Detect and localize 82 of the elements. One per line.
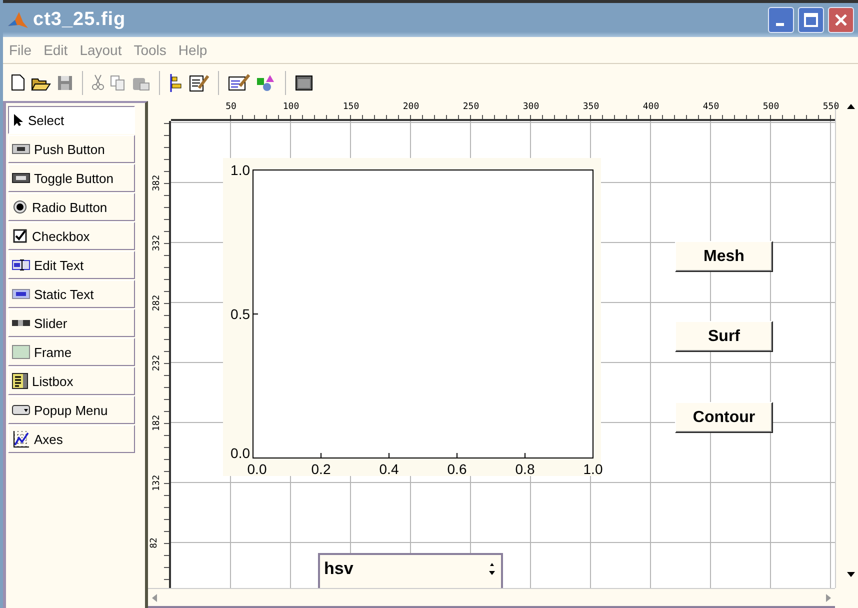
ruler-label: 300 xyxy=(522,102,540,112)
palette-item[interactable]: Slider xyxy=(8,309,135,337)
palette-item[interactable]: Toggle Button xyxy=(8,164,135,192)
ruler-label: 150 xyxy=(342,102,360,112)
tick-mark xyxy=(456,452,458,458)
ruler-label: 332 xyxy=(152,234,162,252)
clipboard-pencil-icon[interactable] xyxy=(189,74,209,92)
frame-icon xyxy=(12,345,30,359)
palette-item[interactable]: Axes xyxy=(8,425,135,453)
palette-item[interactable]: Select xyxy=(8,106,135,134)
ruler-label: 500 xyxy=(762,102,780,112)
push-button[interactable]: Contour xyxy=(675,402,773,433)
ruler-label: 50 xyxy=(226,102,236,112)
close-button[interactable] xyxy=(828,7,854,33)
palette-item[interactable]: Static Text xyxy=(8,280,135,308)
ruler-label: 232 xyxy=(152,354,162,372)
right-arrow-icon[interactable] xyxy=(825,592,833,602)
ruler-label: 450 xyxy=(702,102,720,112)
text-label-icon xyxy=(12,289,30,299)
ruler-label: 250 xyxy=(462,102,480,112)
tick-label: 0.2 xyxy=(311,461,331,476)
align-icon[interactable] xyxy=(169,74,183,92)
spinner-arrows-icon xyxy=(487,561,497,577)
minimize-button[interactable] xyxy=(768,7,794,33)
tick-mark xyxy=(320,452,322,458)
ruler-label: 282 xyxy=(152,294,162,312)
slider-icon xyxy=(12,319,30,327)
ruler-label: 132 xyxy=(152,474,162,492)
chart-icon xyxy=(12,430,30,448)
tick-label: 0.4 xyxy=(379,461,399,476)
horizontal-scrollbar[interactable] xyxy=(148,588,835,608)
ruler-label: 200 xyxy=(402,102,420,112)
tick-label: 1.0 xyxy=(230,162,250,178)
close-icon xyxy=(834,13,848,27)
down-arrow-icon[interactable] xyxy=(846,570,856,578)
palette-item[interactable]: Checkbox xyxy=(8,222,135,250)
copy-icon[interactable] xyxy=(110,74,126,90)
window-title: ct3_25.fig xyxy=(33,9,127,31)
up-arrow-icon[interactable] xyxy=(846,103,856,111)
push-button[interactable]: Surf xyxy=(675,321,773,352)
ruler-label: 82 xyxy=(149,538,160,548)
tick-label: 0.0 xyxy=(247,461,267,476)
tick-label: 0.8 xyxy=(515,461,535,476)
tick-label: 0.6 xyxy=(447,461,467,476)
left-arrow-icon[interactable] xyxy=(150,592,158,602)
maximize-button[interactable] xyxy=(798,7,824,33)
push-button-icon xyxy=(12,144,30,154)
palette-item[interactable]: Listbox xyxy=(8,367,135,395)
tick-label: 0.0 xyxy=(230,445,250,461)
ruler-label: 350 xyxy=(582,102,600,112)
ruler-label: 182 xyxy=(152,414,162,432)
ruler-label: 100 xyxy=(282,102,300,112)
palette-item[interactable]: Popup Menu xyxy=(8,396,135,424)
toggle-button-icon xyxy=(12,173,30,183)
palette-item[interactable]: Push Button xyxy=(8,135,135,163)
new-file-icon[interactable] xyxy=(11,74,25,91)
tick-label: 0.5 xyxy=(230,306,250,322)
scissors-icon[interactable] xyxy=(92,74,104,91)
document-pencil-icon[interactable] xyxy=(228,74,250,92)
checkbox-icon xyxy=(12,229,28,243)
ruler-label: 382 xyxy=(152,174,162,192)
peak-logo-icon xyxy=(7,10,29,30)
tick-mark xyxy=(524,452,526,458)
list-icon xyxy=(12,373,28,389)
text-cursor-icon xyxy=(12,259,30,271)
tick-mark xyxy=(388,452,390,458)
ruler-label: 400 xyxy=(642,102,660,112)
push-button[interactable]: Mesh xyxy=(675,241,773,272)
tick-label: 1.0 xyxy=(583,461,603,476)
tick-mark xyxy=(592,452,594,458)
arrow-pointer-icon xyxy=(12,113,24,127)
popup-menu[interactable]: hsv xyxy=(318,553,503,588)
minimize-icon xyxy=(776,23,784,26)
shapes-icon[interactable] xyxy=(256,74,276,92)
window-icon[interactable] xyxy=(295,74,313,90)
dropdown-icon xyxy=(12,405,30,415)
palette-item[interactable]: Edit Text xyxy=(8,251,135,279)
palette-item[interactable]: Radio Button xyxy=(8,193,135,221)
radio-icon xyxy=(12,200,28,214)
ruler-label: 550 xyxy=(822,102,840,112)
palette-item[interactable]: Frame xyxy=(8,338,135,366)
maximize-icon xyxy=(804,13,818,27)
